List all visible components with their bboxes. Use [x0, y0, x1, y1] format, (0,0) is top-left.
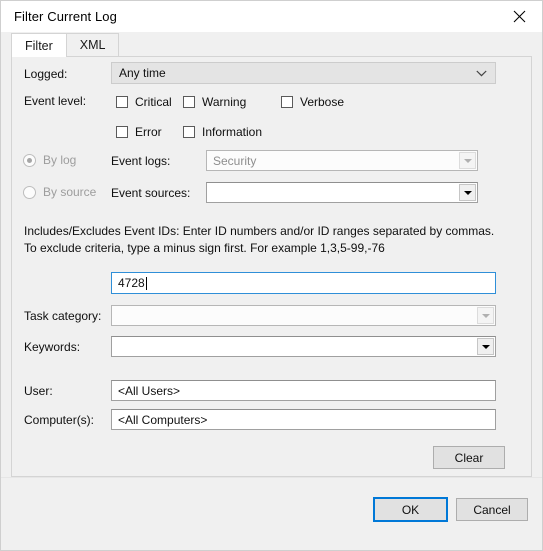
event-level-label-wrap: Event level: — [24, 94, 86, 108]
event-sources-combobox[interactable] — [206, 182, 478, 203]
checkbox-verbose[interactable]: Verbose — [281, 95, 344, 109]
checkbox-warning[interactable]: Warning — [183, 95, 246, 109]
radio-by-log-label: By log — [43, 153, 77, 167]
event-logs-label-wrap: Event logs: — [111, 154, 170, 168]
user-input[interactable]: <All Users> — [111, 380, 496, 401]
event-logs-value: Security — [213, 153, 257, 168]
ok-button[interactable]: OK — [373, 497, 448, 522]
checkbox-critical-label: Critical — [135, 95, 172, 109]
radio-by-log-circle — [23, 153, 36, 167]
user-label-wrap: User: — [24, 384, 53, 398]
dropdown-arrow-icon — [477, 338, 494, 355]
user-label: User: — [24, 384, 53, 398]
title-bar: Filter Current Log — [1, 1, 542, 32]
radio-by-log[interactable]: By log — [23, 153, 76, 167]
user-value: <All Users> — [118, 383, 181, 398]
checkbox-verbose-label: Verbose — [300, 95, 345, 109]
event-ids-value: 4728 — [118, 276, 145, 290]
checkbox-verbose-box — [281, 96, 293, 108]
checkbox-error-label: Error — [135, 125, 162, 139]
logged-combobox[interactable]: Any time — [111, 62, 496, 84]
tab-filter-label: Filter — [25, 38, 53, 53]
logged-value: Any time — [119, 66, 166, 80]
computers-input[interactable]: <All Computers> — [111, 409, 496, 430]
checkbox-error[interactable]: Error — [116, 125, 162, 139]
tab-xml[interactable]: XML — [65, 33, 120, 56]
cancel-button[interactable]: Cancel — [456, 498, 528, 521]
computers-label: Computer(s): — [24, 413, 95, 427]
tab-strip: Filter XML — [1, 32, 542, 57]
dropdown-arrow-icon — [477, 307, 494, 324]
radio-by-source-label: By source — [43, 185, 97, 199]
dropdown-arrow-icon — [459, 184, 476, 201]
checkbox-information[interactable]: Information — [183, 125, 262, 139]
task-category-label: Task category: — [24, 309, 102, 323]
close-icon[interactable] — [497, 1, 542, 32]
tab-xml-label: XML — [79, 38, 106, 52]
computers-value: <All Computers> — [118, 412, 208, 427]
clear-button[interactable]: Clear — [433, 446, 505, 469]
logged-label-wrap: Logged: — [24, 67, 67, 81]
logged-label: Logged: — [24, 67, 68, 81]
window-title: Filter Current Log — [14, 9, 117, 24]
event-logs-combobox[interactable]: Security — [206, 150, 478, 171]
radio-by-source-circle — [23, 185, 36, 199]
chevron-down-icon — [476, 63, 487, 83]
filter-tab-panel: Logged: Any time Event level: Critical W… — [11, 56, 532, 477]
checkbox-critical[interactable]: Critical — [116, 95, 172, 109]
checkbox-information-box — [183, 126, 195, 138]
checkbox-information-label: Information — [202, 125, 263, 139]
event-ids-helper-text: Includes/Excludes Event IDs: Enter ID nu… — [24, 224, 495, 255]
footer-separator — [1, 477, 542, 478]
event-logs-label: Event logs: — [111, 154, 171, 168]
dropdown-arrow-icon — [459, 152, 476, 169]
computers-label-wrap: Computer(s): — [24, 413, 94, 427]
radio-by-log-dot — [27, 157, 32, 163]
checkbox-critical-box — [116, 96, 128, 108]
event-ids-input[interactable]: 4728 — [111, 272, 496, 294]
tab-filter[interactable]: Filter — [11, 33, 67, 57]
event-sources-label: Event sources: — [111, 186, 191, 200]
task-category-label-wrap: Task category: — [24, 309, 101, 323]
event-level-label: Event level: — [24, 94, 87, 108]
keywords-label: Keywords: — [24, 340, 81, 354]
event-sources-label-wrap: Event sources: — [111, 186, 190, 200]
task-category-combobox[interactable] — [111, 305, 496, 326]
filter-current-log-dialog: Filter Current Log Filter XML Logged: An… — [0, 0, 543, 551]
text-caret — [145, 276, 147, 290]
keywords-label-wrap: Keywords: — [24, 340, 80, 354]
keywords-combobox[interactable] — [111, 336, 496, 357]
dialog-footer: OK Cancel — [1, 477, 542, 550]
checkbox-warning-box — [183, 96, 195, 108]
checkbox-error-box — [116, 126, 128, 138]
radio-by-source[interactable]: By source — [23, 185, 96, 199]
checkbox-warning-label: Warning — [202, 95, 247, 109]
